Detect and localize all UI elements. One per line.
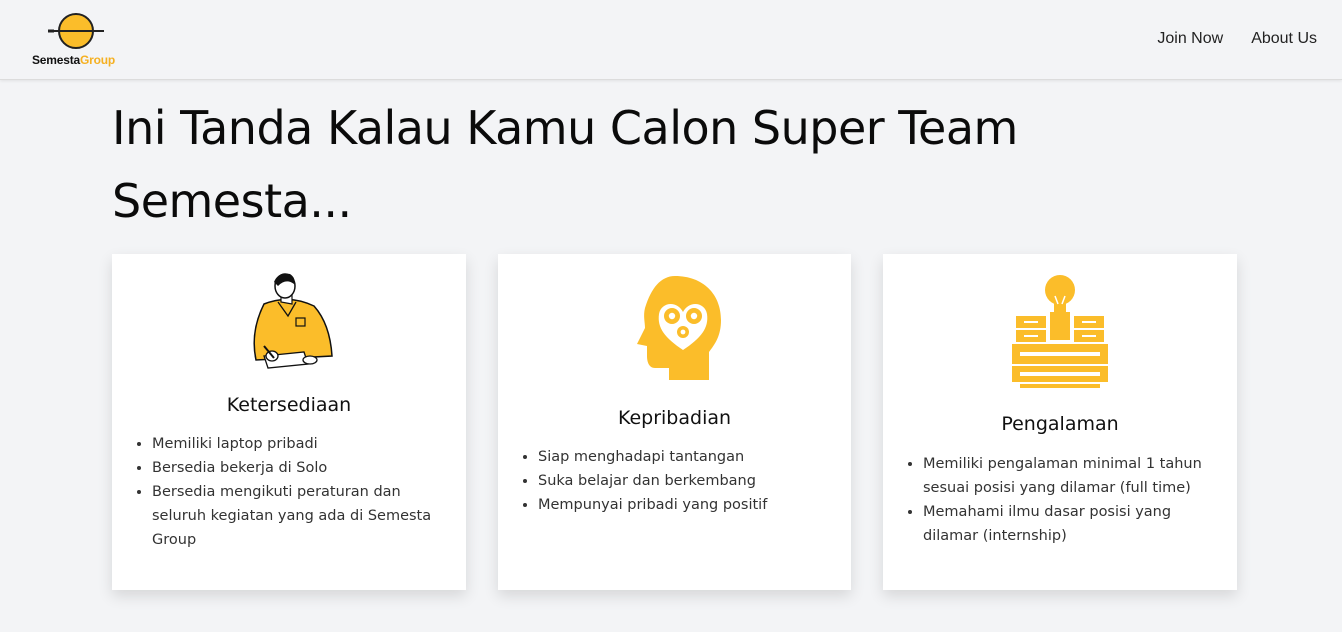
logo-text-part1: Semesta: [32, 53, 80, 67]
page-title-line2: Semesta...: [112, 174, 352, 228]
navbar: SemestaGroup Join Now About Us: [0, 0, 1342, 80]
logo-text: SemestaGroup: [32, 53, 115, 67]
card-pengalaman: Pengalaman Memiliki pengalaman minimal 1…: [883, 254, 1237, 590]
list-item: Suka belajar dan berkembang: [538, 469, 821, 493]
list-item: Memiliki pengalaman minimal 1 tahun sesu…: [923, 452, 1207, 500]
page-title: Ini Tanda Kalau Kamu Calon Super Team Se…: [112, 92, 1092, 238]
card-title: Kepribadian: [617, 407, 732, 429]
nav-about-us[interactable]: About Us: [1251, 30, 1317, 48]
nav-join-now[interactable]: Join Now: [1157, 30, 1223, 48]
list-item: Memiliki laptop pribadi: [152, 432, 436, 456]
nav-menu: Join Now About Us: [1157, 30, 1317, 48]
card-title: Pengalaman: [1001, 413, 1119, 435]
logo-text-part2: Group: [79, 53, 115, 67]
person-writing-illustration: [253, 273, 333, 369]
list-item: Memahami ilmu dasar posisi yang dilamar …: [923, 500, 1207, 548]
requirement-list: Memiliki pengalaman minimal 1 tahun sesu…: [923, 452, 1207, 548]
requirement-list: Memiliki laptop pribadi Bersedia bekerja…: [152, 432, 436, 552]
list-item: Siap menghadapi tantangan: [538, 445, 821, 469]
logo[interactable]: SemestaGroup: [30, 8, 130, 70]
card-kepribadian: Kepribadian Siap menghadapi tantangan Su…: [498, 254, 851, 590]
list-item: Mempunyai pribadi yang positif: [538, 493, 821, 517]
card-title: Ketersediaan: [226, 394, 352, 416]
planet-icon: [48, 13, 104, 49]
card-ketersediaan: Ketersediaan Memiliki laptop pribadi Ber…: [112, 254, 466, 590]
head-with-gears-icon: [636, 276, 721, 380]
list-item: Bersedia bekerja di Solo: [152, 456, 436, 480]
requirement-list: Siap menghadapi tantangan Suka belajar d…: [538, 445, 821, 517]
lightbulb-drawers-icon: [1012, 275, 1108, 388]
list-item: Bersedia mengikuti peraturan dan seluruh…: [152, 480, 436, 552]
page-title-line1: Ini Tanda Kalau Kamu Calon Super Team: [112, 101, 1018, 155]
